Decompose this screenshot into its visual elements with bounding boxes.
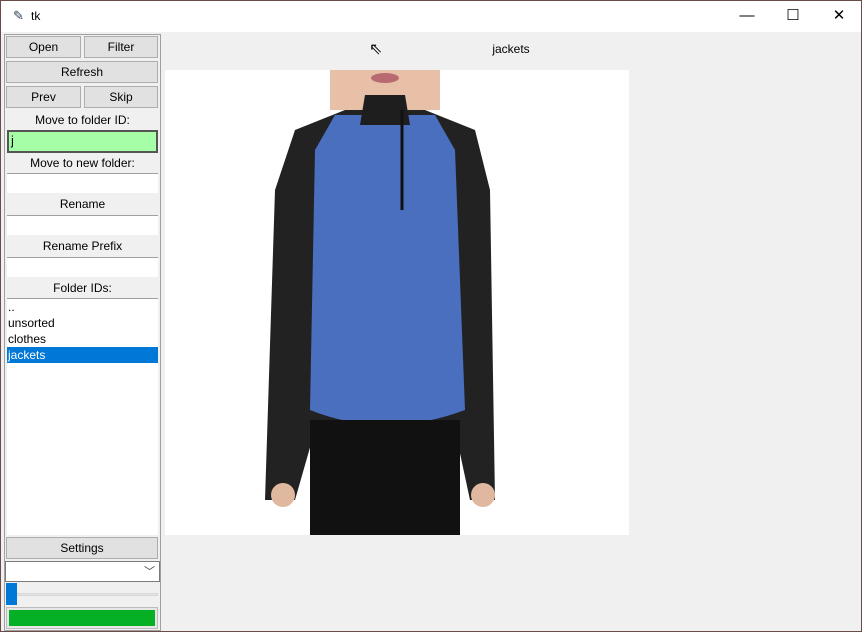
image-title: jackets [492, 42, 530, 56]
rename-prefix-input[interactable] [7, 257, 158, 277]
folder-item-selected[interactable]: jackets [7, 347, 158, 363]
move-folder-id-label: Move to folder ID: [35, 113, 130, 127]
folder-list[interactable]: .. unsorted clothes jackets [7, 298, 158, 535]
progress-fill [9, 610, 155, 626]
window-title: tk [31, 9, 41, 23]
filter-button[interactable]: Filter [84, 36, 158, 58]
folder-item[interactable]: clothes [7, 331, 158, 347]
move-folder-id-input[interactable]: j [7, 130, 158, 153]
rename-label: Rename [59, 197, 106, 211]
move-new-folder-input[interactable] [7, 173, 158, 193]
progress-bar [6, 607, 158, 629]
slider-handle[interactable] [6, 583, 17, 605]
tk-feather-icon: ✎ [13, 8, 24, 23]
mouse-cursor-icon: ⇖ [369, 41, 383, 58]
open-button[interactable]: Open [6, 36, 81, 58]
move-new-folder-label: Move to new folder: [30, 156, 135, 170]
prev-button[interactable]: Prev [6, 86, 81, 108]
title-bar: ✎ tk — ☐ ✕ [1, 1, 861, 32]
settings-dropdown[interactable]: ﹀ [5, 561, 160, 582]
sidebar: Open Filter Refresh Prev Skip Move to fo… [4, 34, 161, 631]
rename-prefix-label: Rename Prefix [42, 239, 123, 253]
settings-button[interactable]: Settings [6, 537, 158, 559]
folder-item[interactable]: .. [7, 299, 158, 315]
skip-button[interactable]: Skip [84, 86, 158, 108]
folder-ids-label: Folder IDs: [53, 281, 112, 295]
rename-input[interactable] [7, 215, 158, 235]
minimize-button[interactable]: — [724, 1, 770, 32]
chevron-down-icon: ﹀ [144, 566, 155, 578]
product-image [165, 70, 629, 535]
maximize-button[interactable]: ☐ [770, 1, 816, 32]
slider[interactable] [6, 583, 158, 606]
close-button[interactable]: ✕ [816, 1, 862, 32]
folder-item[interactable]: unsorted [7, 315, 158, 331]
refresh-button[interactable]: Refresh [6, 61, 158, 83]
